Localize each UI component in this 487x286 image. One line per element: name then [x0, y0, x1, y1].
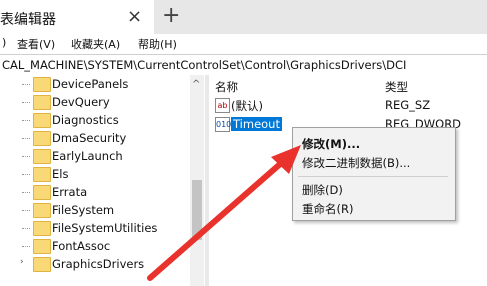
address-path: CAL_MACHINE\SYSTEM\CurrentControlSet\Con…	[2, 58, 407, 72]
tree-item[interactable]: DevicePanels	[0, 77, 190, 95]
new-tab-icon[interactable]: +	[162, 3, 180, 28]
tree-connector	[22, 138, 30, 139]
registry-tree: DevicePanels DevQuery Diagnostics DmaSec…	[0, 75, 205, 286]
folder-icon	[33, 77, 51, 92]
folder-icon	[33, 239, 51, 254]
binary-value-icon: 010	[215, 117, 231, 132]
close-tab-icon[interactable]: ×	[127, 6, 142, 27]
window-tab[interactable]: 表编辑器 ×	[0, 0, 154, 34]
tab-title: 表编辑器	[0, 12, 56, 28]
tree-item-label: Els	[52, 167, 69, 181]
folder-icon	[33, 203, 51, 218]
menu-bar: ) 查看(V) 收藏夹(A) 帮助(H)	[0, 34, 487, 53]
tree-connector	[22, 174, 30, 175]
tree-item[interactable]: DmaSecurity	[0, 131, 190, 149]
tree-connector	[22, 228, 30, 229]
tree-item[interactable]: Errata	[0, 185, 190, 203]
tree-item-label: GraphicsDrivers	[52, 257, 145, 271]
tree-item[interactable]: FontAssoc	[0, 239, 190, 257]
chevron-up-icon[interactable]: ^	[192, 79, 200, 90]
column-header-name[interactable]: 名称	[215, 79, 238, 95]
context-menu: 修改(M)... 修改二进制数据(B)... 删除(D) 重命名(R)	[292, 127, 456, 221]
folder-icon	[33, 257, 51, 272]
value-name: (默认)	[231, 99, 263, 113]
tree-item-label: Errata	[52, 185, 88, 199]
tree-item-label: FileSystemUtilities	[52, 221, 158, 235]
chevron-right-icon[interactable]: ›	[20, 257, 24, 267]
tree-item[interactable]: Els	[0, 167, 190, 185]
folder-icon	[33, 95, 51, 110]
tree-item-label: Diagnostics	[52, 113, 119, 127]
tree-connector	[22, 120, 30, 121]
tree-connector	[22, 246, 30, 247]
tree-scrollbar[interactable]: ^	[190, 75, 204, 286]
tree-item[interactable]: Diagnostics	[0, 113, 190, 131]
folder-icon	[33, 167, 51, 182]
tree-connector	[22, 84, 30, 85]
menu-item-view[interactable]: 查看(V)	[17, 36, 55, 52]
tree-item-label: DmaSecurity	[52, 131, 127, 145]
menu-item-modify-binary[interactable]: 修改二进制数据(B)...	[302, 155, 410, 171]
folder-icon	[33, 149, 51, 164]
tree-item[interactable]: DevQuery	[0, 95, 190, 113]
tree-item[interactable]: › GraphicsDrivers	[0, 257, 190, 275]
menu-item-partial[interactable]: )	[2, 36, 6, 49]
tree-item[interactable]: EarlyLaunch	[0, 149, 190, 167]
table-row[interactable]: ab (默认) REG_SZ	[209, 96, 487, 114]
menu-item-rename[interactable]: 重命名(R)	[302, 201, 353, 217]
tree-item-label: DevQuery	[52, 95, 110, 109]
address-bar[interactable]: CAL_MACHINE\SYSTEM\CurrentControlSet\Con…	[0, 54, 487, 76]
tree-item-label: EarlyLaunch	[52, 149, 123, 163]
string-value-icon: ab	[215, 98, 230, 113]
tree-connector	[22, 192, 30, 193]
menu-separator	[298, 176, 448, 177]
tree-item-label: DevicePanels	[52, 77, 129, 91]
folder-icon	[33, 185, 51, 200]
tree-connector	[22, 102, 30, 103]
tree-item[interactable]: FileSystem	[0, 203, 190, 221]
tree-item-label: FileSystem	[52, 203, 115, 217]
folder-icon	[33, 113, 51, 128]
tree-connector	[22, 156, 30, 157]
menu-item-modify[interactable]: 修改(M)...	[302, 136, 360, 152]
title-bar: 表编辑器 × +	[0, 0, 487, 34]
value-name-selected: Timeout	[231, 117, 282, 131]
folder-icon	[33, 131, 51, 146]
menu-item-delete[interactable]: 删除(D)	[302, 182, 343, 198]
value-type: REG_SZ	[385, 98, 431, 112]
scroll-thumb[interactable]	[192, 180, 202, 240]
tree-item-label: FontAssoc	[52, 239, 111, 253]
menu-item-favorites[interactable]: 收藏夹(A)	[71, 36, 120, 52]
column-header-type[interactable]: 类型	[385, 79, 408, 95]
menu-item-help[interactable]: 帮助(H)	[138, 36, 177, 52]
tree-item[interactable]: FileSystemUtilities	[0, 221, 190, 239]
tree-connector	[22, 210, 30, 211]
folder-icon	[33, 221, 51, 236]
